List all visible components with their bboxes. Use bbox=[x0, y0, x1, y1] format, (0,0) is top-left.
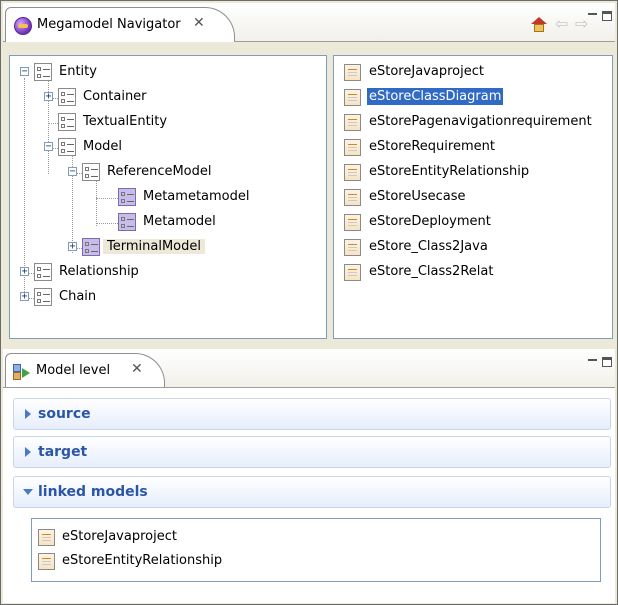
tree-item-label: Chain bbox=[59, 289, 97, 304]
collapse-icon[interactable]: − bbox=[20, 67, 29, 77]
list-item-label: eStoreClassDiagram bbox=[367, 88, 504, 105]
section-source[interactable]: source bbox=[13, 398, 611, 430]
model-file-icon bbox=[344, 89, 361, 106]
megamodel-globe-icon bbox=[14, 17, 32, 35]
tree-item-chain[interactable]: + Chain bbox=[10, 287, 326, 309]
model-list[interactable]: eStoreJavaproject eStoreClassDiagram eStor… bbox=[333, 55, 613, 339]
model-file-icon bbox=[344, 139, 361, 156]
minimize-icon[interactable] bbox=[588, 13, 597, 15]
section-linked-models[interactable]: linked models bbox=[13, 476, 611, 508]
tree-item-label: Relationship bbox=[59, 264, 139, 279]
class-icon bbox=[118, 213, 136, 231]
class-icon bbox=[118, 188, 136, 206]
tree-item-container[interactable]: + Container bbox=[10, 87, 326, 109]
expand-icon[interactable]: + bbox=[20, 292, 29, 302]
entity-tree[interactable]: − Entity + Container TextualEntity − Model − Ref… bbox=[9, 55, 327, 339]
tab-model-level[interactable]: Model level ✕ bbox=[5, 353, 165, 388]
class-icon bbox=[58, 138, 76, 156]
close-icon[interactable]: ✕ bbox=[193, 15, 205, 31]
expand-icon[interactable]: + bbox=[68, 242, 77, 252]
chevron-right-icon bbox=[25, 409, 31, 419]
tree-item-model[interactable]: − Model bbox=[10, 137, 326, 159]
linked-model-label: eStoreJavaproject bbox=[62, 529, 177, 544]
class-icon bbox=[82, 163, 100, 181]
maximize-icon[interactable] bbox=[602, 357, 612, 367]
tree-item-terminalmodel[interactable]: + TerminalModel bbox=[10, 237, 326, 259]
class-icon bbox=[34, 263, 52, 281]
expand-icon[interactable]: + bbox=[20, 267, 29, 277]
collapse-icon[interactable]: − bbox=[68, 167, 77, 177]
collapse-icon[interactable]: − bbox=[44, 142, 53, 152]
model-level-view: Model level ✕ source target linked model… bbox=[3, 349, 615, 603]
tab-megamodel-navigator[interactable]: Megamodel Navigator ✕ bbox=[5, 7, 235, 42]
linked-model-label: eStoreEntityRelationship bbox=[62, 553, 223, 568]
home-icon[interactable] bbox=[531, 17, 547, 32]
forward-arrow-icon[interactable]: ⇨ bbox=[575, 16, 588, 32]
chevron-right-icon bbox=[25, 447, 31, 457]
section-target[interactable]: target bbox=[13, 436, 611, 468]
back-arrow-icon[interactable]: ⇦ bbox=[555, 16, 568, 32]
model-level-tab-bar: Model level ✕ bbox=[3, 349, 615, 388]
class-icon bbox=[82, 238, 100, 256]
class-icon bbox=[58, 113, 76, 131]
model-file-icon bbox=[344, 64, 361, 81]
class-icon bbox=[34, 63, 52, 81]
tree-item-label: TextualEntity bbox=[83, 114, 168, 129]
model-file-icon bbox=[344, 189, 361, 206]
list-item-label: eStoreUsecase bbox=[369, 189, 466, 204]
tree-item-label: TerminalModel bbox=[103, 239, 205, 254]
tree-item-label: Container bbox=[83, 89, 147, 104]
list-item-label: eStoreEntityRelationship bbox=[369, 164, 530, 179]
model-file-icon bbox=[344, 239, 361, 256]
tree-item-metamodel[interactable]: Metamodel bbox=[10, 212, 326, 234]
tree-item-referencemodel[interactable]: − ReferenceModel bbox=[10, 162, 326, 184]
tree-item-textualentity[interactable]: TextualEntity bbox=[10, 112, 326, 134]
model-file-icon bbox=[38, 529, 55, 546]
minimize-icon[interactable] bbox=[588, 359, 597, 361]
list-item-label: eStore_Class2Relat bbox=[369, 264, 494, 279]
list-item-label: eStore_Class2Java bbox=[369, 239, 488, 254]
section-title: target bbox=[38, 444, 88, 460]
close-icon[interactable]: ✕ bbox=[131, 361, 143, 377]
chevron-down-icon bbox=[23, 489, 33, 495]
tree-item-label: Model bbox=[83, 139, 123, 154]
class-icon bbox=[58, 88, 76, 106]
navigator-tab-bar: Megamodel Navigator ✕ ⇦ ⇨ bbox=[3, 3, 615, 42]
class-icon bbox=[34, 288, 52, 306]
model-file-icon bbox=[344, 214, 361, 231]
tree-item-label: ReferenceModel bbox=[107, 164, 212, 179]
tab-title: Model level bbox=[36, 363, 111, 378]
tree-item-metametamodel[interactable]: Metametamodel bbox=[10, 187, 326, 209]
list-item-label: eStoreJavaproject bbox=[369, 64, 484, 79]
model-file-icon bbox=[344, 114, 361, 131]
model-file-icon bbox=[344, 264, 361, 281]
list-item-label: eStoreRequirement bbox=[369, 139, 495, 154]
tree-item-label: Metametamodel bbox=[143, 189, 250, 204]
linked-models-list[interactable]: eStoreJavaproject eStoreEntityRelationshi… bbox=[31, 518, 601, 582]
section-title: linked models bbox=[38, 484, 148, 500]
tab-title: Megamodel Navigator bbox=[37, 17, 181, 32]
list-item-label: eStoreDeployment bbox=[369, 214, 491, 229]
list-item-label: eStorePagenavigationrequirement bbox=[369, 114, 592, 129]
maximize-icon[interactable] bbox=[602, 11, 612, 21]
model-file-icon bbox=[344, 164, 361, 181]
model-file-icon bbox=[38, 553, 55, 570]
model-level-content: source target linked models eStoreJavapr… bbox=[3, 387, 615, 603]
tree-item-label: Entity bbox=[59, 64, 97, 79]
section-title: source bbox=[38, 406, 91, 422]
tree-item-label: Metamodel bbox=[143, 214, 216, 229]
workbench-frame: Megamodel Navigator ✕ ⇦ ⇨ − Entity + Con… bbox=[0, 0, 618, 605]
tree-item-entity[interactable]: − Entity bbox=[10, 62, 326, 84]
expand-icon[interactable]: + bbox=[44, 92, 53, 102]
megamodel-navigator-view: Megamodel Navigator ✕ ⇦ ⇨ − Entity + Con… bbox=[3, 3, 615, 341]
model-level-icon bbox=[13, 364, 31, 380]
tree-item-relationship[interactable]: + Relationship bbox=[10, 262, 326, 284]
